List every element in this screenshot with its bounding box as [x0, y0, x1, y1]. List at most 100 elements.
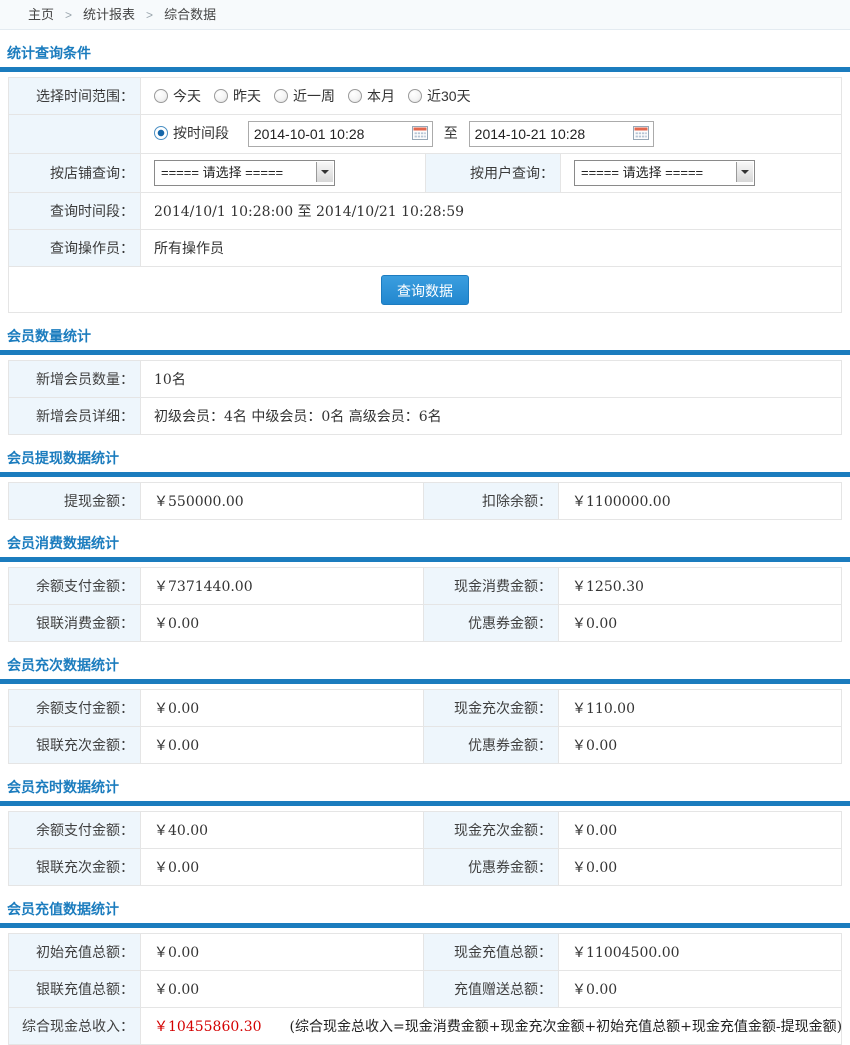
shop-query-label: 按店铺查询： — [9, 154, 141, 193]
operator-row: 查询操作员： 所有操作员 — [9, 230, 842, 267]
section-title-underline — [0, 679, 850, 684]
radio-icon[interactable] — [274, 89, 288, 103]
stat-value: ￥10455860.30 (综合现金总收入=现金消费金额+现金充次金额+初始充值总… — [141, 1008, 842, 1045]
stats-row: 银联消费金额：￥0.00优惠券金额：￥0.00 — [9, 605, 842, 642]
stats-row: 初始充值总额：￥0.00现金充值总额：￥11004500.00 — [9, 934, 842, 971]
stat-value: ￥0.00 — [559, 727, 842, 764]
stat-label: 余额支付金额： — [9, 690, 141, 727]
stat-label: 新增会员详细： — [9, 398, 141, 435]
section-title: 会员充值数据统计 — [0, 899, 850, 920]
radio-icon[interactable] — [154, 89, 168, 103]
stat-note: (综合现金总收入=现金消费金额+现金充次金额+初始充值总额+现金充值金额-提现金… — [290, 1019, 842, 1035]
stat-value-text: ￥7371440.00 — [154, 579, 253, 595]
radio-label: 本月 — [367, 88, 395, 104]
breadcrumb-item-2[interactable]: 统计报表 — [83, 7, 135, 22]
stat-label: 综合现金总收入： — [9, 1008, 141, 1045]
time-range-options: 今天 昨天近一周 本月 近30天 — [141, 78, 842, 115]
stat-value: ￥0.00 — [559, 605, 842, 642]
by-period-option[interactable]: 按时间段 — [154, 125, 229, 141]
stats-row: 余额支付金额：￥40.00现金充次金额：￥0.00 — [9, 812, 842, 849]
stat-label: 银联充次金额： — [9, 727, 141, 764]
stat-value-text: ￥0.00 — [154, 616, 199, 632]
query-period-row: 查询时间段： 2014/10/1 10:28:00 至 2014/10/21 1… — [9, 193, 842, 230]
stats-section: 会员数量统计新增会员数量： 10名新增会员详细： 初级会员：4名 中级会员：0名 高… — [0, 326, 850, 435]
stat-value-text: ￥0.00 — [572, 616, 617, 632]
chevron-down-icon[interactable] — [316, 162, 333, 182]
breadcrumb-separator: > — [65, 8, 72, 22]
user-query-label: 按用户查询： — [426, 154, 561, 193]
stats-row: 银联充值总额：￥0.00充值赠送总额：￥0.00 — [9, 971, 842, 1008]
query-data-button[interactable]: 查询数据 — [381, 275, 469, 305]
stats-section: 会员充次数据统计余额支付金额：￥0.00现金充次金额：￥110.00银联充次金额… — [0, 655, 850, 764]
custom-period-row: 按时间段 2014-10-01 10:28 至 — [9, 115, 842, 154]
shop-select-value: ===== 请选择 ===== — [161, 165, 283, 180]
stat-label: 提现金额： — [9, 483, 141, 520]
section-title-underline — [0, 557, 850, 562]
stat-value: ￥0.00 — [141, 690, 424, 727]
stat-value-text: ￥0.00 — [572, 823, 617, 839]
section-title: 会员充时数据统计 — [0, 777, 850, 798]
section-title-underline — [0, 923, 850, 928]
stats-section: 会员提现数据统计提现金额：￥550000.00扣除余额：￥1100000.00 — [0, 448, 850, 520]
select-row: 按店铺查询： ===== 请选择 ===== 按用户查询： ===== 请选择 … — [9, 154, 842, 193]
stats-section: 会员消费数据统计余额支付金额：￥7371440.00现金消费金额：￥1250.3… — [0, 533, 850, 642]
time-range-row: 选择时间范围： 今天 昨天近一周 本月 近30天 — [9, 78, 842, 115]
time-option[interactable]: 今天 — [154, 88, 201, 104]
time-option[interactable]: 本月 — [348, 88, 395, 104]
stat-value: 初级会员：4名 中级会员：0名 高级会员：6名 — [141, 398, 842, 435]
calendar-icon[interactable] — [633, 126, 649, 140]
stat-value: ￥0.00 — [141, 971, 424, 1008]
time-option[interactable]: 近一周 — [274, 88, 335, 104]
stats-row: 提现金额：￥550000.00扣除余额：￥1100000.00 — [9, 483, 842, 520]
stats-sections-container: 会员数量统计新增会员数量： 10名新增会员详细： 初级会员：4名 中级会员：0名 高… — [0, 326, 850, 1045]
stat-value-text: ￥0.00 — [154, 701, 199, 717]
stats-row: 余额支付金额：￥0.00现金充次金额：￥110.00 — [9, 690, 842, 727]
breadcrumb-item-1[interactable]: 主页 — [28, 7, 54, 22]
date-to-input[interactable]: 2014-10-21 10:28 — [469, 121, 654, 147]
stats-row: 银联充次金额：￥0.00优惠券金额：￥0.00 — [9, 849, 842, 886]
stat-value: ￥0.00 — [141, 934, 424, 971]
stat-value-text: 初级会员：4名 中级会员：0名 高级会员：6名 — [154, 409, 442, 425]
stat-label: 现金充次金额： — [424, 812, 559, 849]
radio-icon[interactable] — [348, 89, 362, 103]
breadcrumb: 主页>统计报表>综合数据 — [0, 0, 850, 30]
stats-row: 余额支付金额：￥7371440.00现金消费金额：￥1250.30 — [9, 568, 842, 605]
stat-value-text: ￥10455860.30 — [154, 1019, 262, 1035]
stat-value-text: ￥0.00 — [154, 860, 199, 876]
section-title-underline — [0, 801, 850, 806]
stat-label: 新增会员数量： — [9, 361, 141, 398]
section-title: 会员提现数据统计 — [0, 448, 850, 469]
stats-table: 提现金额：￥550000.00扣除余额：￥1100000.00 — [8, 482, 842, 520]
stat-value: ￥1100000.00 — [559, 483, 842, 520]
section-title: 会员数量统计 — [0, 326, 850, 347]
stat-value: ￥40.00 — [141, 812, 424, 849]
date-from-value: 2014-10-01 10:28 — [254, 126, 365, 142]
chevron-down-icon[interactable] — [736, 162, 753, 182]
by-period-radio[interactable] — [154, 126, 168, 140]
breadcrumb-separator: > — [146, 8, 153, 22]
stat-label: 初始充值总额： — [9, 934, 141, 971]
date-to-separator: 至 — [444, 125, 458, 141]
stat-value-text: ￥1100000.00 — [572, 494, 671, 510]
calendar-icon[interactable] — [412, 126, 428, 140]
stat-value-text: 10名 — [154, 372, 186, 388]
shop-select[interactable]: ===== 请选择 ===== — [154, 160, 335, 186]
query-period-label: 查询时间段： — [9, 193, 141, 230]
stats-table: 余额支付金额：￥7371440.00现金消费金额：￥1250.30银联消费金额：… — [8, 567, 842, 642]
radio-icon[interactable] — [214, 89, 228, 103]
time-range-label: 选择时间范围： — [9, 78, 141, 115]
user-select-value: ===== 请选择 ===== — [581, 165, 703, 180]
stat-label: 优惠券金额： — [424, 605, 559, 642]
radio-label: 近30天 — [427, 88, 471, 104]
radio-icon[interactable] — [408, 89, 422, 103]
time-option[interactable]: 近30天 — [408, 88, 471, 104]
date-from-input[interactable]: 2014-10-01 10:28 — [248, 121, 433, 147]
stat-value-text: ￥0.00 — [572, 738, 617, 754]
stat-value: ￥0.00 — [141, 605, 424, 642]
stat-value-text: ￥0.00 — [572, 860, 617, 876]
stat-value: ￥0.00 — [559, 812, 842, 849]
radio-label: 昨天 — [233, 88, 261, 104]
time-option[interactable]: 昨天 — [214, 88, 261, 104]
stat-value: ￥0.00 — [559, 971, 842, 1008]
user-select[interactable]: ===== 请选择 ===== — [574, 160, 755, 186]
